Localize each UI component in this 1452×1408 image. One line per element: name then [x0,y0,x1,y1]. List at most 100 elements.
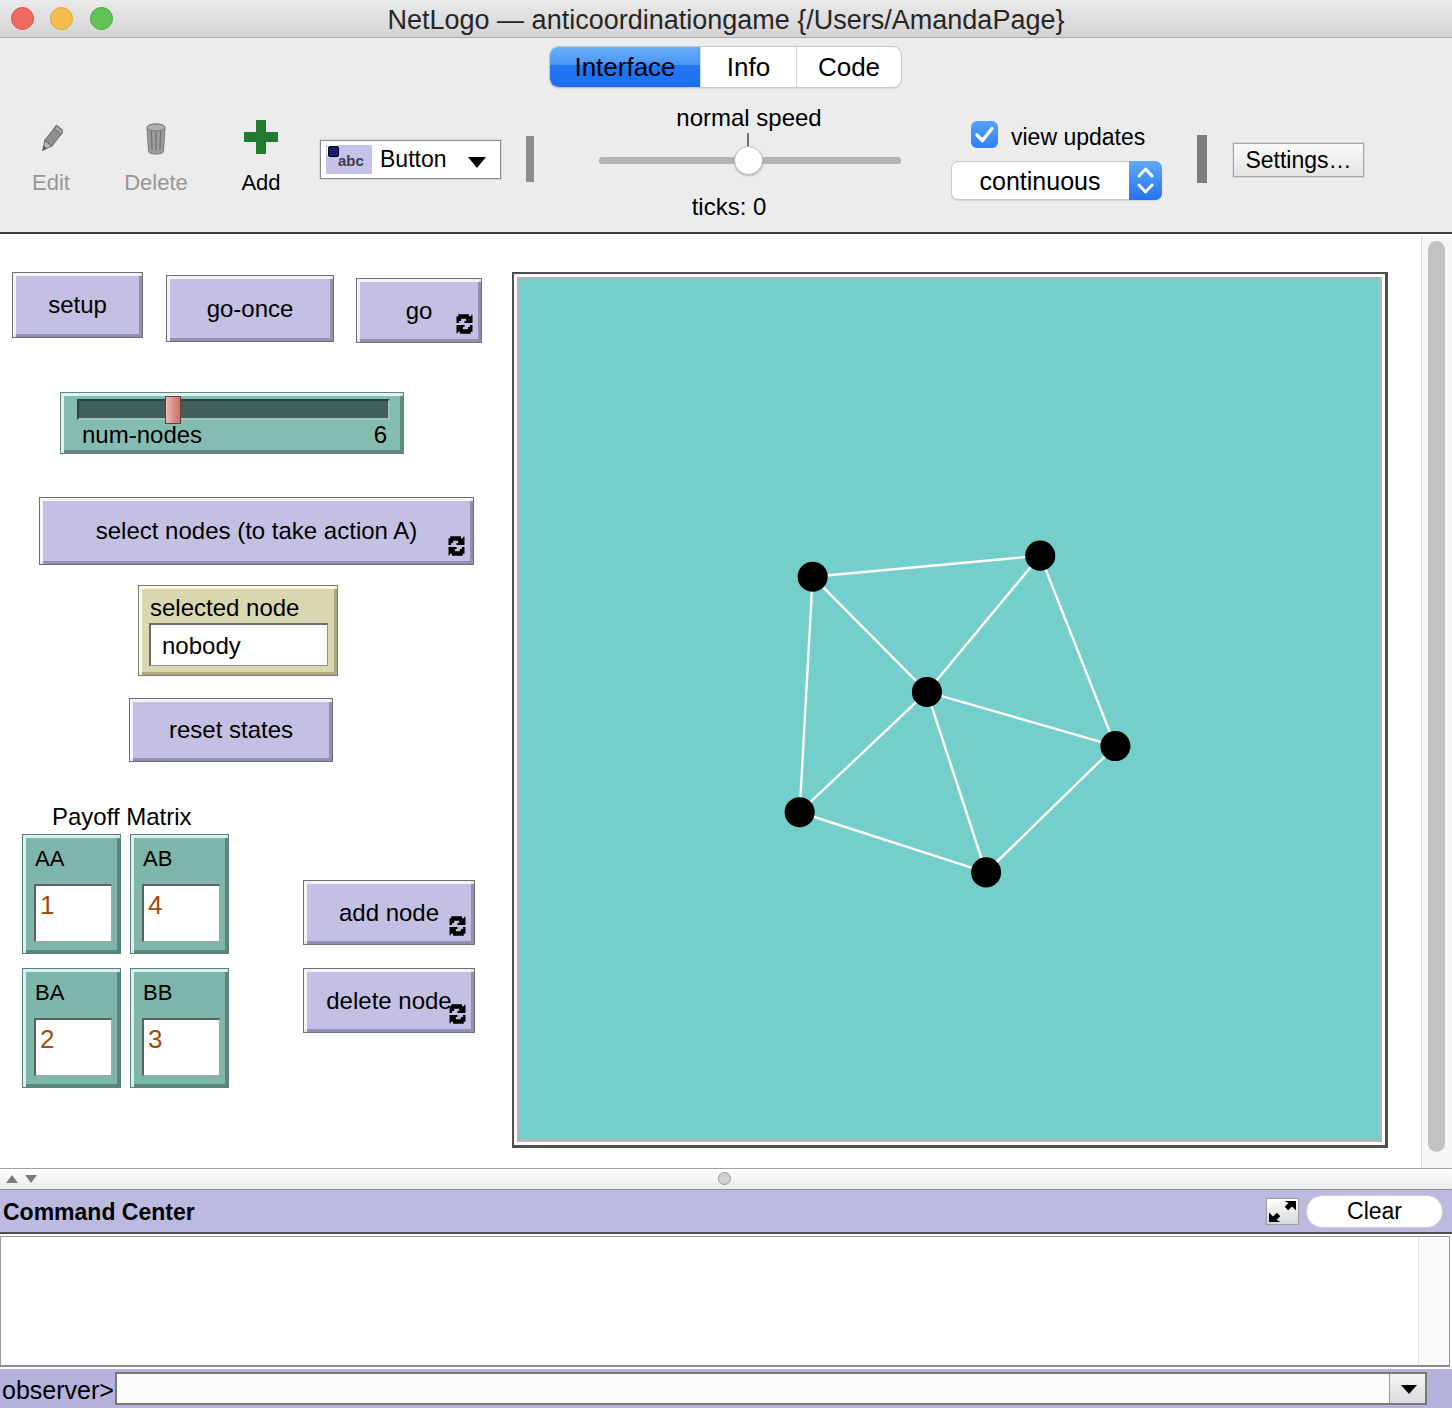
network-link [800,692,927,812]
setup-button[interactable]: setup [12,272,143,338]
input-bb-value: 3 [148,1024,162,1055]
tab-info[interactable]: Info [700,47,796,87]
network-link [927,692,1115,746]
delete-node-label: delete node [326,987,451,1015]
splitter-handle-icon[interactable] [718,1172,731,1185]
command-input-group [115,1372,1427,1405]
trash-icon [117,124,195,155]
input-ab-label: AB [143,846,172,872]
network-node [798,562,828,592]
widget-type-value: Button [380,146,447,173]
slider-track[interactable] [77,399,390,420]
widget-type-select[interactable]: abc Button [320,140,501,179]
speed-slider-thumb[interactable] [734,146,763,175]
title-bar: NetLogo — anticoordinationgame {/Users/A… [0,0,1452,38]
add-node-label: add node [339,899,439,927]
input-aa-field[interactable]: 1 [34,884,112,942]
dropdown-arrow-icon [468,157,486,168]
selected-node-monitor: selected node nobody [138,585,338,676]
go-once-button[interactable]: go-once [166,275,334,342]
toolbar-separator [526,136,534,182]
command-center-title: Command Center [3,1199,195,1226]
command-input[interactable] [117,1374,1389,1403]
setup-label: setup [48,291,107,319]
network-node [1100,731,1130,761]
select-nodes-button[interactable]: select nodes (to take action A) [39,497,474,565]
detach-button[interactable] [1266,1198,1299,1225]
input-ab: AB 4 [130,834,229,954]
interface-canvas: setup go-once go num-nodes 6 select node… [0,236,1452,1168]
update-mode-select[interactable]: continuous [951,161,1162,200]
delete-label: Delete [117,170,195,196]
network-link [800,812,986,872]
forever-loop-icon [449,1004,466,1024]
plus-icon [229,124,293,155]
add-node-button[interactable]: add node [303,880,475,945]
output-scrollbar-gutter [1418,1237,1449,1365]
network-link [813,556,1041,577]
go-label: go [406,297,433,325]
checkmark-icon [971,121,998,148]
delete-button[interactable]: Delete [117,124,195,196]
settings-button[interactable]: Settings… [1233,143,1364,177]
update-mode-value: continuous [952,167,1128,196]
toolbar-separator-2 [1197,135,1207,183]
view-updates-checkbox[interactable] [971,121,998,148]
go-button[interactable]: go [356,278,482,343]
input-ba: BA 2 [22,968,121,1088]
reset-states-label: reset states [169,716,293,744]
network-link [927,556,1040,692]
monitor-label: selected node [150,594,299,622]
forever-loop-icon [448,536,465,556]
observer-prompt-label: observer> [2,1376,114,1405]
input-bb-label: BB [143,980,172,1006]
tab-code[interactable]: Code [796,47,901,87]
slider-label: num-nodes [82,421,202,449]
add-label: Add [229,170,293,196]
window-title: NetLogo — anticoordinationgame {/Users/A… [0,5,1452,36]
button-widget-icon: abc [326,145,372,174]
add-button[interactable]: Add [229,124,293,196]
payoff-matrix-label: Payoff Matrix [52,803,192,831]
tab-interface[interactable]: Interface [550,47,700,87]
forever-loop-icon [456,314,473,334]
edit-button[interactable]: Edit [19,124,83,196]
network-node [785,797,815,827]
input-ab-field[interactable]: 4 [142,884,220,942]
command-center-output[interactable] [0,1236,1450,1367]
network-graph [519,279,1379,1139]
slider-value: 6 [374,421,387,449]
input-ba-label: BA [35,980,64,1006]
input-ba-value: 2 [40,1024,54,1055]
delete-node-button[interactable]: delete node [303,968,475,1033]
vertical-scrollbar[interactable] [1421,236,1452,1168]
scrollbar-thumb[interactable] [1428,241,1445,1152]
pencil-icon [19,124,83,155]
dropdown-arrow-icon [1401,1385,1417,1394]
slider-thumb[interactable] [165,396,181,424]
forever-loop-icon [449,916,466,936]
history-dropdown-button[interactable] [1389,1374,1425,1403]
speed-slider-tick [747,133,749,147]
monitor-field: nobody [149,623,328,666]
collapse-down-icon[interactable] [25,1175,37,1183]
reset-states-button[interactable]: reset states [129,698,333,762]
command-center-header: Command Center Clear [0,1190,1452,1234]
speed-label: normal speed [649,104,849,132]
clear-button[interactable]: Clear [1306,1195,1443,1228]
select-nodes-label: select nodes (to take action A) [96,517,418,545]
input-bb-field[interactable]: 3 [142,1018,220,1076]
input-aa: AA 1 [22,834,121,954]
input-aa-value: 1 [40,890,54,921]
input-ba-field[interactable]: 2 [34,1018,112,1076]
input-ab-value: 4 [148,890,162,921]
command-line-row: observer> [0,1369,1452,1408]
edit-label: Edit [19,170,83,196]
toolbar: Interface Info Code Edit [0,38,1452,234]
num-nodes-slider[interactable]: num-nodes 6 [60,392,404,454]
world-view[interactable] [512,272,1388,1148]
network-link [1040,556,1115,746]
splitter-bar[interactable] [0,1168,1452,1190]
collapse-up-icon[interactable] [6,1175,18,1183]
monitor-value: nobody [162,632,241,660]
